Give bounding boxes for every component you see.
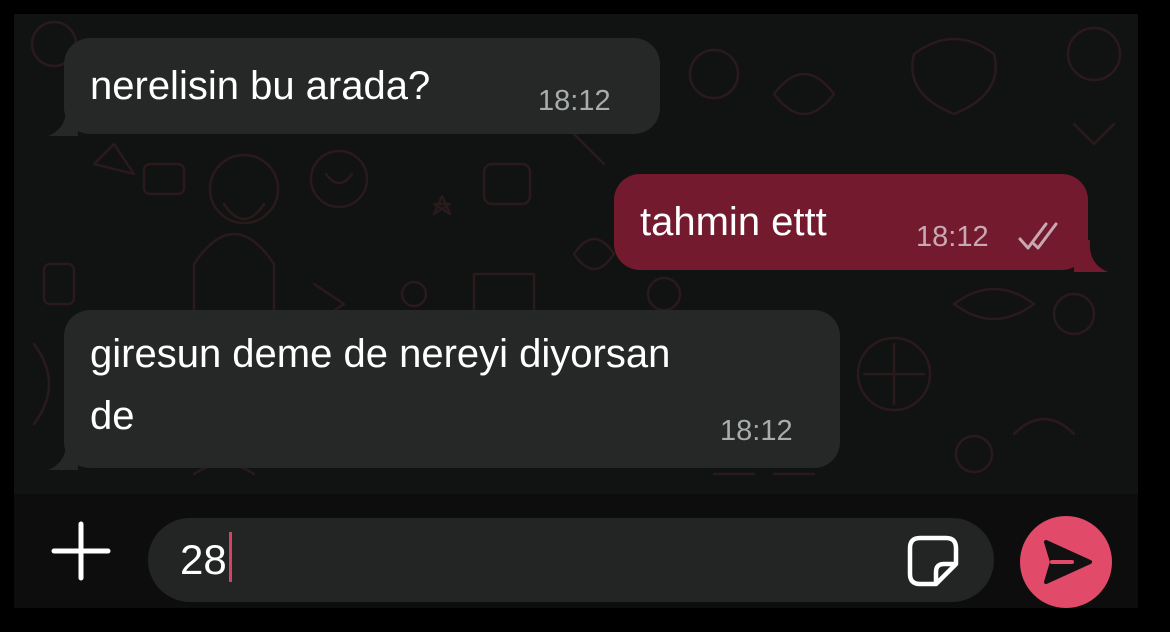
message-text-line: de [90, 394, 135, 438]
message-composer: 28 [14, 494, 1138, 608]
bubble-tail [48, 438, 78, 470]
message-text-line: giresun deme de nereyi diyorsan [90, 332, 671, 376]
message-time: 18:12 [916, 221, 989, 253]
message-bubble-incoming[interactable]: giresun deme de nereyi diyorsan de 18:12 [48, 310, 840, 470]
double-check-icon [1018, 222, 1058, 250]
message-time: 18:12 [720, 415, 793, 447]
sticker-button[interactable] [906, 534, 960, 588]
sticker-icon [907, 535, 959, 587]
text-caret [228, 532, 232, 582]
message-time: 18:12 [538, 85, 611, 117]
bubble-tail [48, 104, 78, 136]
message-input[interactable]: 28 [148, 518, 994, 602]
attach-button[interactable] [50, 520, 112, 582]
message-bubble-outgoing[interactable]: tahmin ettt 18:12 [614, 174, 1108, 272]
bubble-tail [1074, 240, 1108, 272]
send-button[interactable] [1020, 516, 1112, 608]
message-input-value: 28 [180, 536, 227, 583]
message-text: tahmin ettt [640, 200, 827, 244]
message-text: nerelisin bu arada? [90, 64, 431, 108]
plus-icon [51, 521, 111, 581]
chat-window: nerelisin bu arada? 18:12 tahmin ettt 18… [14, 14, 1138, 608]
send-icon [1044, 540, 1092, 584]
message-input-text[interactable]: 28 [180, 530, 232, 590]
message-bubble-incoming[interactable]: nerelisin bu arada? 18:12 [48, 38, 660, 136]
